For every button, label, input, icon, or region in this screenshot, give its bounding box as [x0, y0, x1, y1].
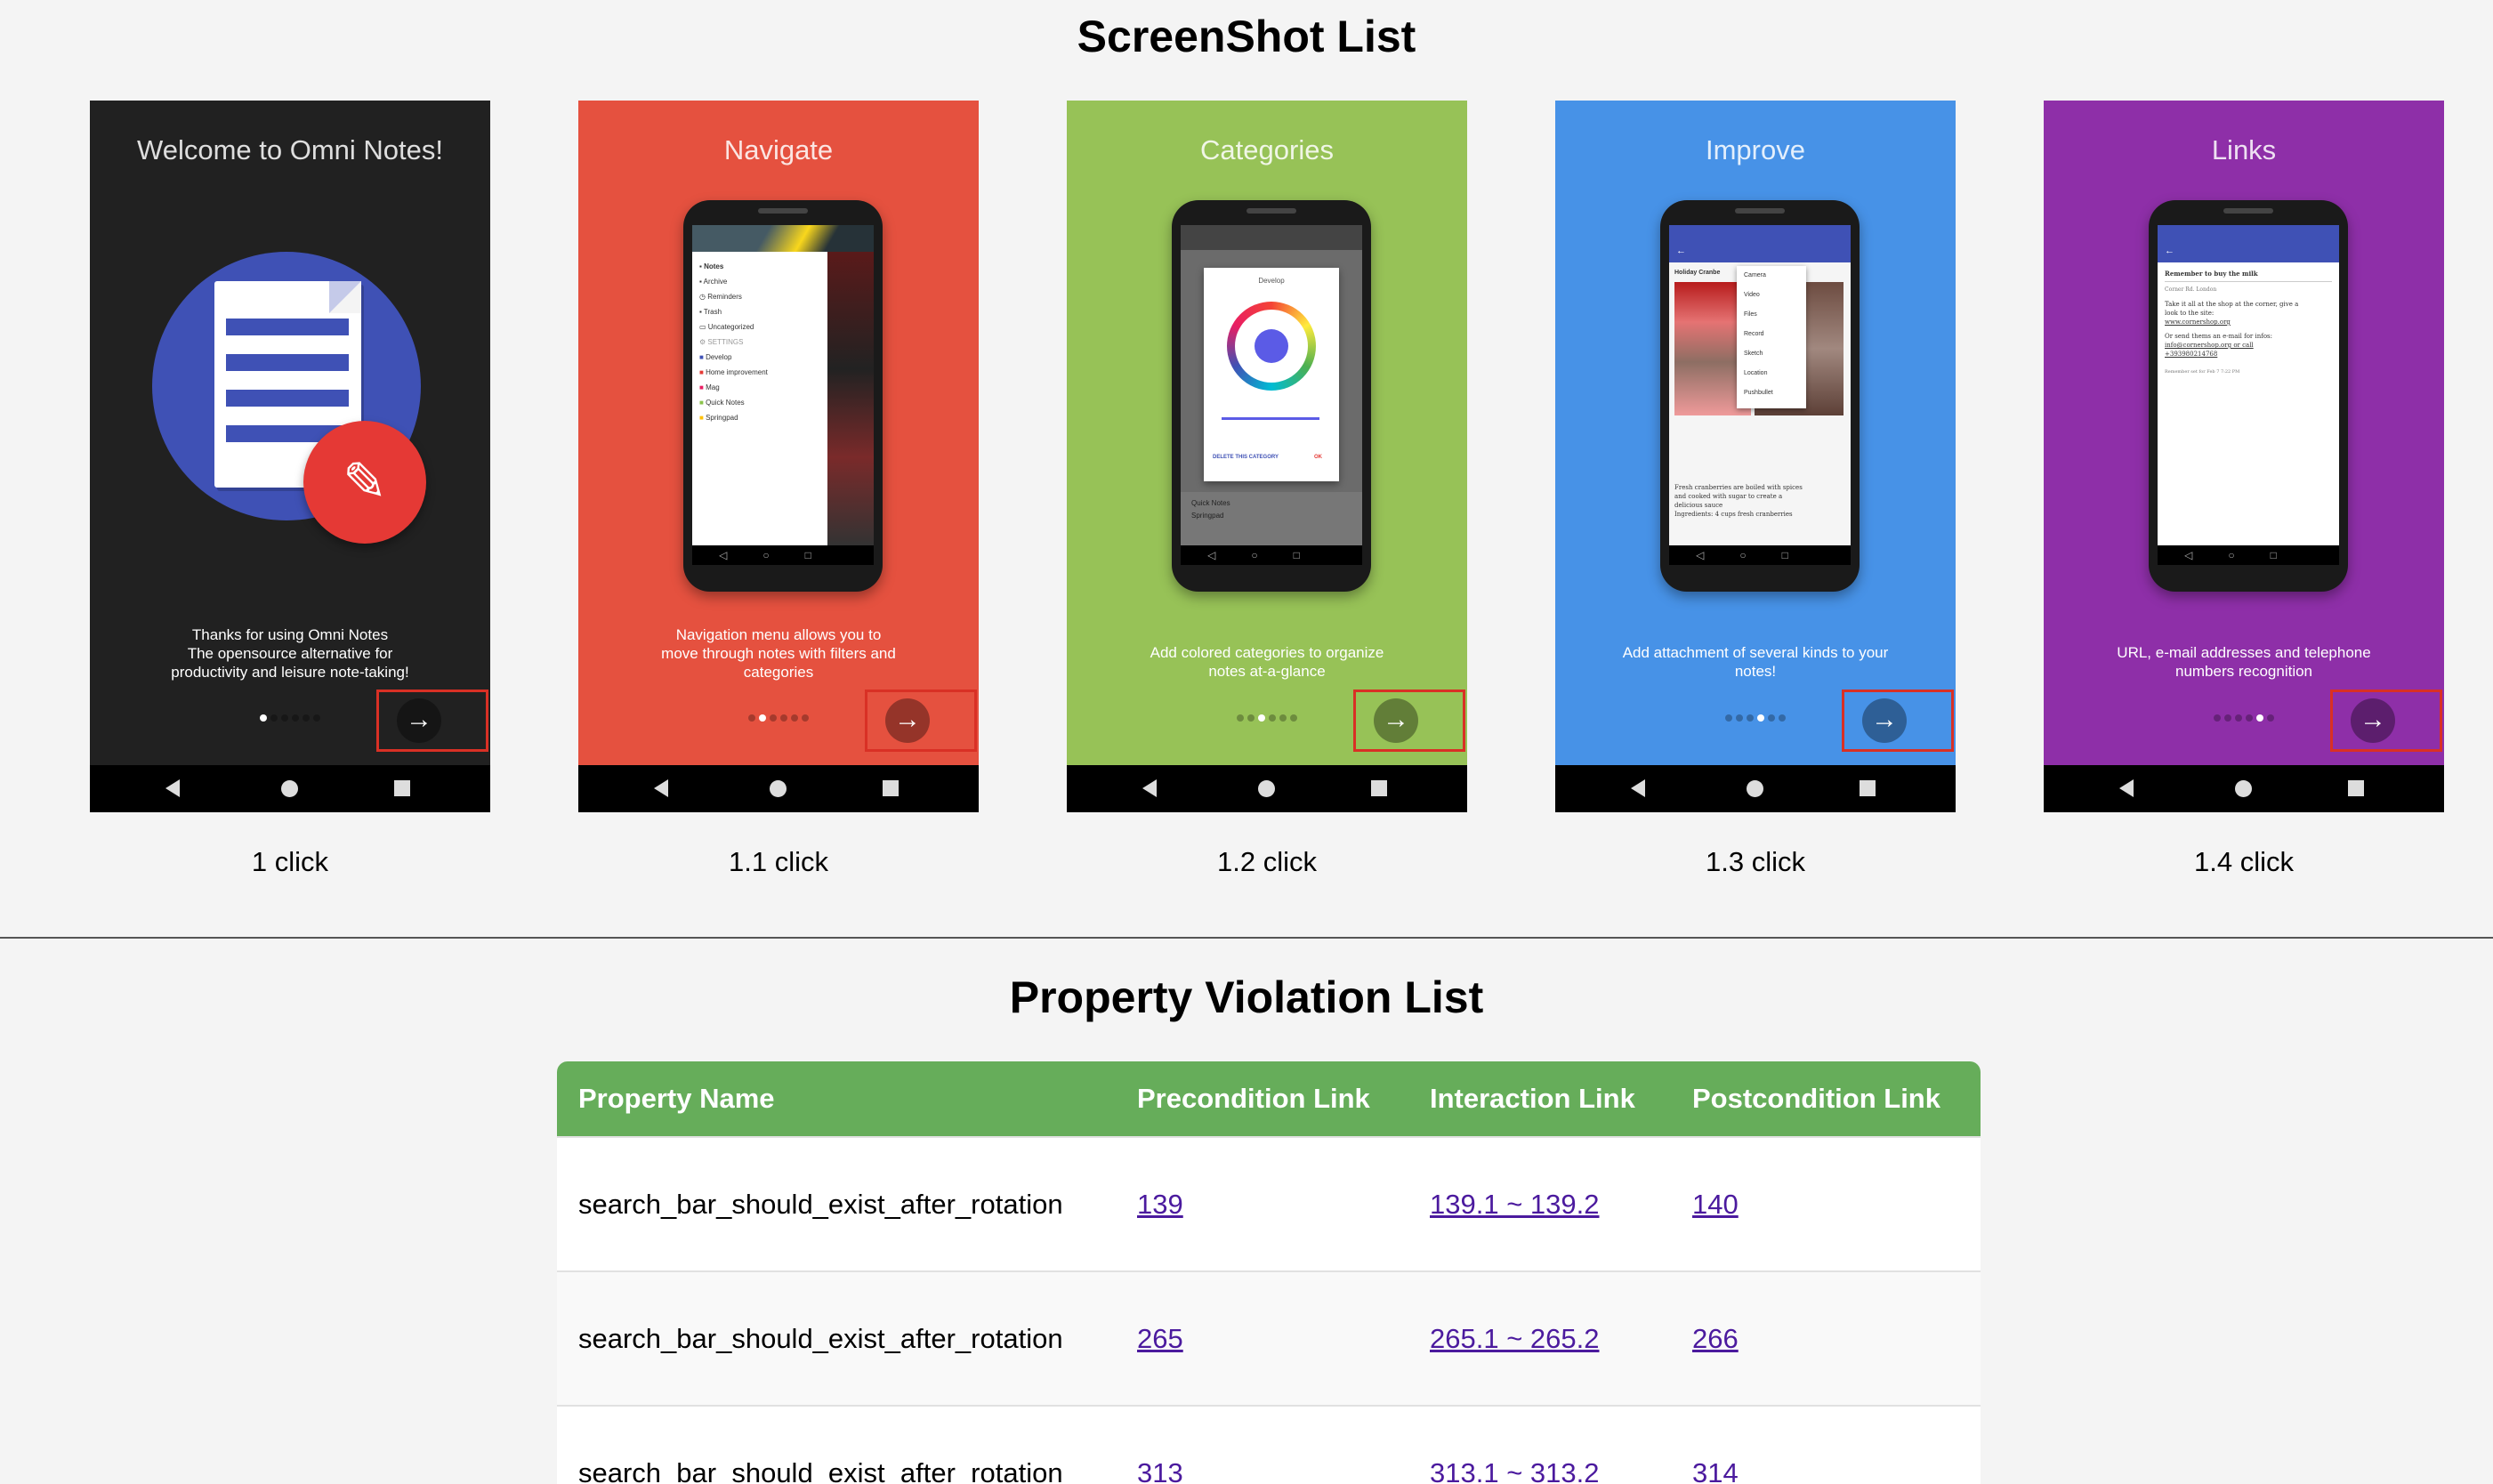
pencil-icon: ✎ — [303, 421, 426, 544]
recents-icon[interactable] — [1860, 780, 1876, 796]
precondition-link[interactable]: 139 — [1137, 1189, 1183, 1220]
recents-icon[interactable] — [2348, 780, 2364, 796]
table-row: search_bar_should_exist_after_rotation 2… — [557, 1270, 1981, 1406]
app-screenshot[interactable]: Links ← Remember to buy the milk Corner … — [2044, 101, 2444, 812]
recents-icon[interactable] — [883, 780, 899, 796]
screenshot-caption: 1 click — [251, 846, 329, 877]
header-property-name: Property Name — [578, 1083, 775, 1114]
table-row: search_bar_should_exist_after_rotation 3… — [557, 1405, 1981, 1484]
interaction-link[interactable]: 313.1 ~ 313.2 — [1430, 1457, 1599, 1484]
click-highlight-box — [1353, 690, 1465, 752]
home-icon[interactable] — [2235, 780, 2252, 797]
property-violation-list-title: Property Violation List — [1009, 972, 1484, 1022]
screen-description: Add attachment of several kinds to your … — [1622, 644, 1889, 680]
home-icon[interactable] — [281, 780, 298, 797]
android-nav-bar — [2044, 765, 2444, 812]
home-icon[interactable] — [770, 780, 787, 797]
screen-description: Navigation menu allows you to move throu… — [661, 626, 896, 681]
back-icon[interactable] — [1631, 779, 1645, 797]
recents-icon[interactable] — [1371, 780, 1387, 796]
screen-title: Categories — [1200, 134, 1334, 165]
home-icon[interactable] — [1258, 780, 1275, 797]
screenshot-card: Welcome to Omni Notes! ✎ Thanks for usin… — [90, 101, 490, 878]
screenshot-card: Navigate ▪ Notes ▪ Archive ◷ Reminders ▪… — [578, 101, 979, 878]
screenshot-card: Improve ← Holiday Cranbe Camera Video Fi… — [1555, 101, 1956, 878]
property-name-cell: search_bar_should_exist_after_rotation — [557, 1136, 1116, 1271]
table-header-row: Property Name Precondition Link Interact… — [557, 1061, 1981, 1137]
recents-icon[interactable] — [394, 780, 410, 796]
app-screenshot[interactable]: Navigate ▪ Notes ▪ Archive ◷ Reminders ▪… — [578, 101, 979, 812]
postcondition-link[interactable]: 266 — [1692, 1323, 1739, 1354]
header-precondition-link: Precondition Link — [1137, 1083, 1370, 1114]
category-dialog: Develop DELETE THIS CATEGORY OK — [1204, 268, 1339, 481]
screen-title: Navigate — [723, 134, 834, 165]
precondition-link[interactable]: 265 — [1137, 1323, 1183, 1354]
postcondition-link[interactable]: 140 — [1692, 1189, 1739, 1220]
interaction-link[interactable]: 265.1 ~ 265.2 — [1430, 1323, 1599, 1354]
screenshot-caption: 1.4 click — [2194, 846, 2294, 877]
header-postcondition-link: Postcondition Link — [1692, 1083, 1940, 1114]
screen-description: URL, e-mail addresses and telephone numb… — [2117, 644, 2371, 680]
click-highlight-box — [1842, 690, 1954, 752]
navigation-drawer: ▪ Notes ▪ Archive ◷ Reminders ▪ Trash ▭ … — [692, 252, 827, 545]
click-highlight-box — [2330, 690, 2442, 752]
click-highlight-box — [376, 690, 488, 752]
property-name-cell: search_bar_should_exist_after_rotation — [557, 1270, 1116, 1406]
phone-mockup: ← Holiday Cranbe Camera Video Files Reco… — [1660, 200, 1860, 592]
phone-mockup: ← Remember to buy the milk Corner Rd. Lo… — [2149, 200, 2348, 592]
back-icon[interactable] — [165, 779, 180, 797]
app-screenshot[interactable]: Categories Quick Notes Springpad Develop… — [1067, 101, 1467, 812]
screen-title: Links — [2211, 134, 2277, 165]
color-picker[interactable] — [1227, 302, 1316, 391]
android-nav-bar — [90, 765, 490, 812]
screenshot-caption: 1.2 click — [1217, 846, 1317, 877]
home-icon[interactable] — [1747, 780, 1763, 797]
property-name-cell: search_bar_should_exist_after_rotation — [557, 1405, 1116, 1484]
phone-mockup: ▪ Notes ▪ Archive ◷ Reminders ▪ Trash ▭ … — [683, 200, 883, 592]
violation-table: Property Name Precondition Link Interact… — [557, 1061, 1981, 1484]
attachment-menu: Camera Video Files Record Sketch Locatio… — [1737, 266, 1806, 408]
screenshot-list-title: ScreenShot List — [1077, 12, 1416, 61]
header-interaction-link: Interaction Link — [1430, 1083, 1635, 1114]
screen-title: Improve — [1706, 134, 1805, 165]
back-icon[interactable] — [1142, 779, 1157, 797]
back-icon[interactable] — [2119, 779, 2134, 797]
interaction-link[interactable]: 139.1 ~ 139.2 — [1430, 1189, 1599, 1220]
app-screenshot[interactable]: Welcome to Omni Notes! ✎ Thanks for usin… — [90, 101, 490, 812]
postcondition-link[interactable]: 314 — [1692, 1457, 1739, 1484]
section-divider — [0, 937, 2493, 939]
screen-title: Welcome to Omni Notes! — [137, 134, 443, 165]
screenshot-caption: 1.1 click — [729, 846, 828, 877]
android-nav-bar — [1555, 765, 1956, 812]
android-nav-bar — [1067, 765, 1467, 812]
screen-description: Thanks for using Omni Notes The opensour… — [171, 626, 409, 681]
table-row: search_bar_should_exist_after_rotation 1… — [557, 1136, 1981, 1271]
app-screenshot[interactable]: Improve ← Holiday Cranbe Camera Video Fi… — [1555, 101, 1956, 812]
screenshot-caption: 1.3 click — [1706, 846, 1805, 877]
screenshot-card: Links ← Remember to buy the milk Corner … — [2044, 101, 2444, 878]
android-nav-bar — [578, 765, 979, 812]
back-icon[interactable] — [654, 779, 668, 797]
click-highlight-box — [865, 690, 977, 752]
phone-mockup: Quick Notes Springpad Develop DELETE THI… — [1172, 200, 1371, 592]
screen-description: Add colored categories to organize notes… — [1150, 644, 1384, 680]
precondition-link[interactable]: 313 — [1137, 1457, 1183, 1484]
screenshot-card: Categories Quick Notes Springpad Develop… — [1067, 101, 1467, 878]
